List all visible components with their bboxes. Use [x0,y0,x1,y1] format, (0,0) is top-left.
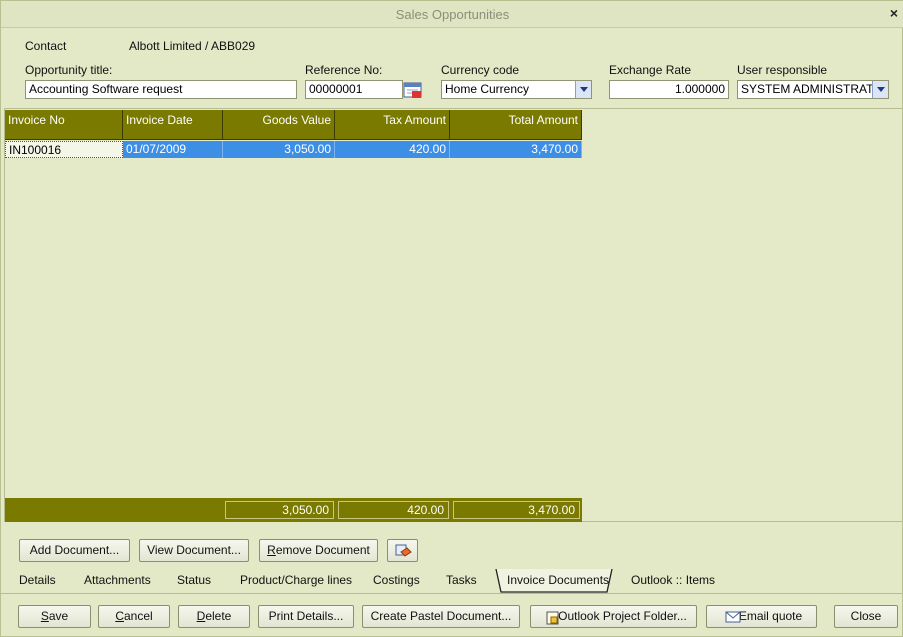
delete-mnemonic: D [196,609,206,623]
total-total-amount: 3,470.00 [453,501,580,519]
save-label: ave [48,609,69,623]
column-header-invoice-no[interactable]: Invoice No [5,110,123,140]
email-quote-label: Email quote [738,609,803,623]
table-row-invoice-no[interactable]: IN100016 [5,141,123,158]
save-mnemonic: S [40,609,49,623]
tab-product-charge-lines[interactable]: Product/Charge lines [240,573,352,587]
table-row-invoice-date[interactable]: 01/07/2009 [123,141,223,158]
cancel-button[interactable]: Cancel [98,605,170,628]
column-header-total-amount[interactable]: Total Amount [450,110,582,140]
tab-attachments[interactable]: Attachments [84,573,151,587]
add-document-button[interactable]: Add Document... [19,539,130,562]
total-goods-value: 3,050.00 [225,501,334,519]
save-button[interactable]: Save [18,605,91,628]
reference-field[interactable]: 00000001 [305,80,403,99]
tab-status[interactable]: Status [177,573,211,587]
tab-tasks[interactable]: Tasks [446,573,477,587]
table-row-total-amount[interactable]: 3,470.00 [450,141,582,158]
outlook-project-folder-button[interactable]: Outlook Project Folder... [530,605,697,628]
table-row-tax-amount[interactable]: 420.00 [335,141,450,158]
delete-button[interactable]: Delete [178,605,250,628]
close-button[interactable]: Close [834,605,898,628]
close-icon[interactable]: × [890,5,898,21]
delete-label: elete [205,609,232,623]
tab-strip-line [1,593,903,594]
chevron-down-icon[interactable] [575,81,591,98]
reference-label: Reference No: [305,63,383,77]
invoice-grid-panel [4,108,903,522]
title-bar: Sales Opportunities × [1,1,903,28]
tab-outlook-items[interactable]: Outlook :: Items [631,573,715,587]
remove-document-label: emove Document [275,543,370,557]
column-header-tax-amount[interactable]: Tax Amount [335,110,450,140]
exchange-rate-field[interactable]: 1.000000 [609,80,729,99]
opportunity-title-label: Opportunity title: [25,63,113,77]
email-quote-button[interactable]: Email quote [706,605,817,628]
user-responsible-value: SYSTEM ADMINISTRATOI [741,82,886,96]
chevron-down-icon[interactable] [872,81,888,98]
envelope-icon [725,611,741,623]
outlook-project-folder-label: Outlook Project Folder... [558,609,687,623]
currency-select[interactable]: Home Currency [441,80,592,99]
cancel-label: ancel [123,609,153,623]
contact-value: Albott Limited / ABB029 [129,39,256,53]
tab-costings[interactable]: Costings [373,573,420,587]
column-header-invoice-date[interactable]: Invoice Date [123,110,223,140]
opportunity-title-field[interactable]: Accounting Software request [25,80,297,99]
calendar-icon[interactable] [403,81,423,99]
exchange-rate-label: Exchange Rate [609,63,692,77]
folder-icon [546,611,559,625]
create-pastel-document-button[interactable]: Create Pastel Document... [362,605,520,628]
sales-opportunities-window: Sales Opportunities × Contact Albott Lim… [0,0,903,637]
user-responsible-select[interactable]: SYSTEM ADMINISTRATOI [737,80,889,99]
column-header-goods-value[interactable]: Goods Value [223,110,335,140]
remove-document-mnemonic: R [267,543,276,557]
cancel-mnemonic: C [115,609,124,623]
contact-label: Contact [25,39,67,53]
print-details-button[interactable]: Print Details... [258,605,354,628]
eraser-icon [395,544,412,557]
currency-label: Currency code [441,63,520,77]
tab-invoice-documents[interactable]: Invoice Documents [507,573,609,587]
table-row-goods-value[interactable]: 3,050.00 [223,141,335,158]
tab-details[interactable]: Details [19,573,56,587]
remove-document-button[interactable]: Remove Document [259,539,378,562]
user-responsible-label: User responsible [737,63,828,77]
currency-value: Home Currency [445,82,530,96]
total-tax-amount: 420.00 [338,501,449,519]
view-document-button[interactable]: View Document... [139,539,249,562]
erase-document-button[interactable] [387,539,418,562]
window-title: Sales Opportunities [395,7,510,22]
